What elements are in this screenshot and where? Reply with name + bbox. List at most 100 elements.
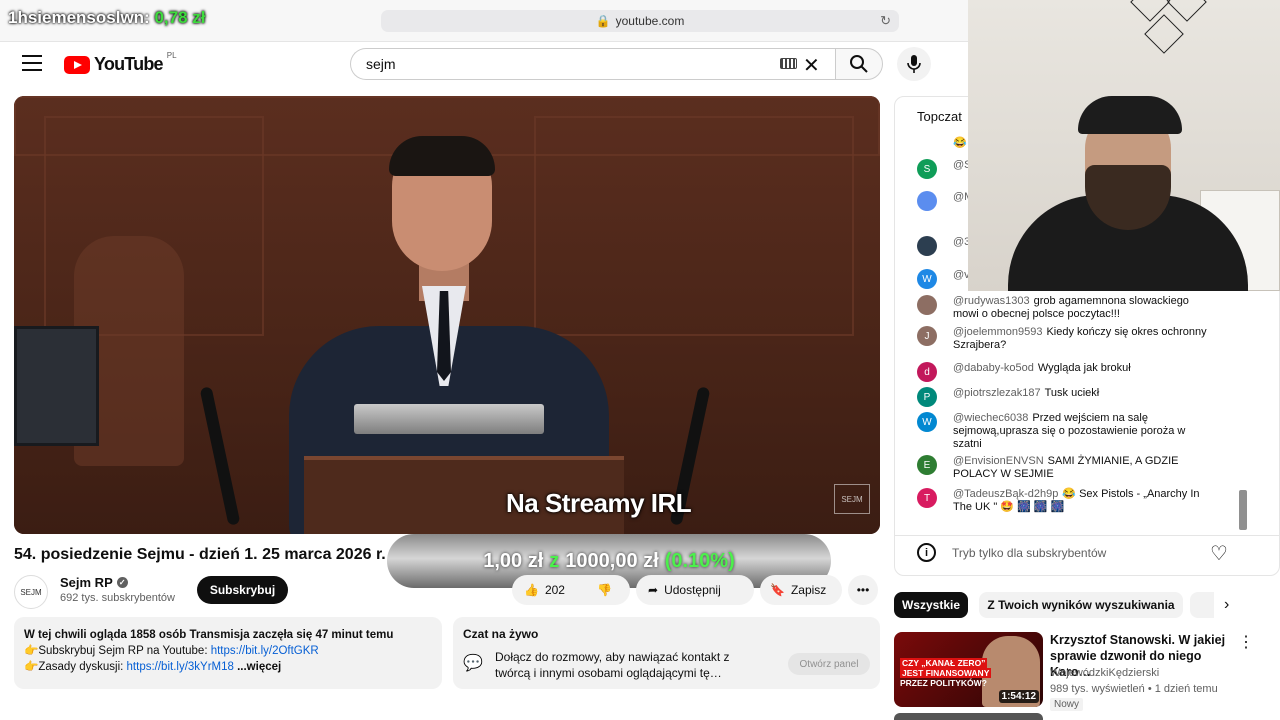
subscribe-button[interactable]: Subskrybuj	[197, 576, 288, 604]
next-suggestion-peek	[894, 713, 1043, 720]
chat-message: J @joelemmon9593 Kiedy kończy się okres oc…	[917, 326, 1217, 352]
chip-all[interactable]: Wszystkie	[894, 592, 968, 618]
chat-divider	[894, 535, 1280, 536]
channel-watermark: SEJM	[834, 484, 870, 514]
more-vertical-icon[interactable]: ⋮	[1238, 632, 1254, 652]
speaker-monitor	[14, 326, 99, 446]
save-button[interactable]: 🔖 Zapisz	[760, 575, 842, 605]
suggestion-meta: 989 tys. wyświetleń • 1 dzień temu	[1050, 683, 1218, 695]
search-value: sejm	[366, 56, 396, 72]
save-label: Zapisz	[790, 583, 827, 597]
donation-percent: (0.10%)	[664, 549, 735, 572]
chat-text: Tusk uciekł	[1044, 387, 1100, 399]
chat-message: E @EnvisionENVSN SAMI ŻYMIANIE, A GDZIE PO…	[917, 455, 1217, 481]
chat-author[interactable]: @joelemmon9593	[953, 326, 1042, 338]
chat-icon: 💬	[463, 655, 483, 672]
chat-text: Wygląda jak brokuł	[1037, 362, 1131, 374]
reload-icon[interactable]: ↻	[880, 13, 891, 29]
channel-avatar[interactable]: SEJM	[14, 575, 48, 609]
search-button[interactable]	[835, 48, 883, 80]
address-bar[interactable]: 🔒 youtube.com ↻	[381, 10, 899, 32]
share-label: Udostępnij	[664, 583, 721, 597]
youtube-play-icon	[64, 55, 90, 74]
donor-name: 1hsiemensoslwn:	[8, 8, 150, 27]
open-panel-button[interactable]: Otwórz panel	[788, 653, 870, 675]
thumbs-down-icon[interactable]: 👎	[597, 583, 612, 597]
chat-avatar[interactable]	[917, 191, 937, 211]
stream-overlay-text: Na Streamy IRL	[506, 488, 692, 518]
donation-overlay-top: 1hsiemensoslwn: 0,78 zł	[8, 8, 206, 28]
share-button[interactable]: ➦ Udostępnij	[636, 575, 754, 605]
chat-avatar[interactable]: W	[917, 269, 937, 289]
chat-avatar[interactable]	[917, 236, 937, 256]
live-chat-title: Czat na żywo	[463, 627, 539, 641]
live-chat-text: Dołącz do rozmowy, aby nawiązać kontakt …	[495, 650, 730, 680]
more-actions-button[interactable]: •••	[848, 575, 878, 605]
voice-search-button[interactable]	[897, 47, 931, 81]
donation-separator: z	[549, 549, 560, 572]
chat-author[interactable]: @rudywas1303	[953, 295, 1030, 307]
menu-icon[interactable]	[22, 55, 42, 71]
description-line-1: W tej chwili ogląda 1858 osób Transmisja…	[24, 629, 394, 641]
podium-plate	[354, 404, 544, 434]
description-line-3: 👉Zasady dyskusji: https://bit.ly/3kYrM18…	[24, 661, 282, 673]
thumbnail-text: CZY „KANAŁ ZERO” JEST FINANSOWANY PRZEZ …	[900, 658, 992, 688]
chat-input[interactable]: Tryb tylko dla subskrybentów	[952, 546, 1106, 560]
chat-avatar[interactable]: J	[917, 326, 937, 346]
show-more-link[interactable]: ...więcej	[234, 661, 281, 673]
chat-avatar[interactable]: W	[917, 412, 937, 432]
chat-avatar[interactable]: P	[917, 387, 937, 407]
channel-name[interactable]: Sejm RP ✓	[60, 575, 128, 590]
region-code: PL	[166, 51, 177, 60]
search-input[interactable]: sejm	[350, 48, 835, 80]
more-horizontal-icon: •••	[856, 583, 870, 597]
rules-link[interactable]: https://bit.ly/3kYrM18	[127, 661, 234, 673]
thumbs-up-icon: 👍	[524, 583, 539, 597]
streamer-webcam	[968, 0, 1280, 291]
chat-avatar[interactable]: T	[917, 488, 937, 508]
new-badge: Nowy	[1050, 698, 1084, 711]
microphone-icon	[907, 55, 921, 73]
chip-from-search[interactable]: Z Twoich wyników wyszukiwania	[979, 592, 1183, 618]
chat-avatar[interactable]	[917, 295, 937, 315]
like-count: 202	[544, 583, 565, 597]
video-description[interactable]: W tej chwili ogląda 1858 osób Transmisja…	[14, 617, 442, 689]
like-button[interactable]: 👍 202 👎	[512, 575, 630, 605]
suggestion-thumbnail[interactable]: CZY „KANAŁ ZERO” JEST FINANSOWANY PRZEZ …	[894, 632, 1043, 707]
chat-avatar[interactable]: S	[917, 159, 937, 179]
video-duration: 1:54:12	[998, 690, 1039, 703]
chevron-right-icon[interactable]: ›	[1224, 596, 1229, 614]
chat-author[interactable]: @EnvisionENVSN	[953, 455, 1044, 467]
chat-avatar[interactable]: E	[917, 455, 937, 475]
subscriber-count: 692 tys. subskrybentów	[60, 592, 175, 604]
chat-message: @rudywas1303 grob agamemnona slowackiego …	[917, 295, 1217, 321]
info-icon[interactable]: i	[917, 543, 936, 562]
channel-name-text: Sejm RP	[60, 575, 113, 590]
subscribe-link[interactable]: https://bit.ly/2OftGKR	[211, 645, 319, 657]
chat-scrollbar[interactable]	[1239, 490, 1247, 530]
chat-author[interactable]: @wiechec6038	[953, 412, 1028, 424]
logo-text: YouTube	[94, 54, 164, 74]
chat-author[interactable]: @TadeuszBąk-d2h9p	[953, 488, 1058, 500]
chat-avatar[interactable]: d	[917, 362, 937, 382]
donation-current: 1,00 zł	[483, 549, 544, 572]
video-player[interactable]	[14, 96, 880, 534]
lock-icon: 🔒	[595, 14, 611, 28]
chat-message: d @dababy-ko5od Wygląda jak brokuł	[917, 362, 1217, 382]
video-title: 54. posiedzenie Sejmu - dzień 1. 25 marc…	[14, 546, 386, 563]
suggestion-channel[interactable]: WojewódzkiKędzierski	[1050, 667, 1159, 679]
live-chat-panel-prompt: Czat na żywo 💬 Dołącz do rozmowy, aby na…	[453, 617, 880, 689]
chat-author[interactable]: @dababy-ko5od	[953, 362, 1034, 374]
streamer-cap	[1078, 96, 1182, 134]
clear-search-icon[interactable]: ✕	[803, 53, 820, 78]
verified-icon: ✓	[116, 577, 128, 588]
donor-amount: 0,78 zł	[154, 8, 206, 27]
chat-message: W @wiechec6038 Przed wejściem na salę sejm…	[917, 412, 1217, 451]
donation-goal: 1000,00 zł	[565, 549, 659, 572]
keyboard-icon[interactable]	[780, 58, 797, 69]
youtube-logo[interactable]: YouTube PL	[64, 51, 177, 75]
heart-icon[interactable]: ♡	[1210, 541, 1228, 566]
chip-partial[interactable]	[1190, 592, 1214, 618]
chat-author[interactable]: @piotrszlezak187	[953, 387, 1041, 399]
url-text: youtube.com	[615, 14, 685, 28]
